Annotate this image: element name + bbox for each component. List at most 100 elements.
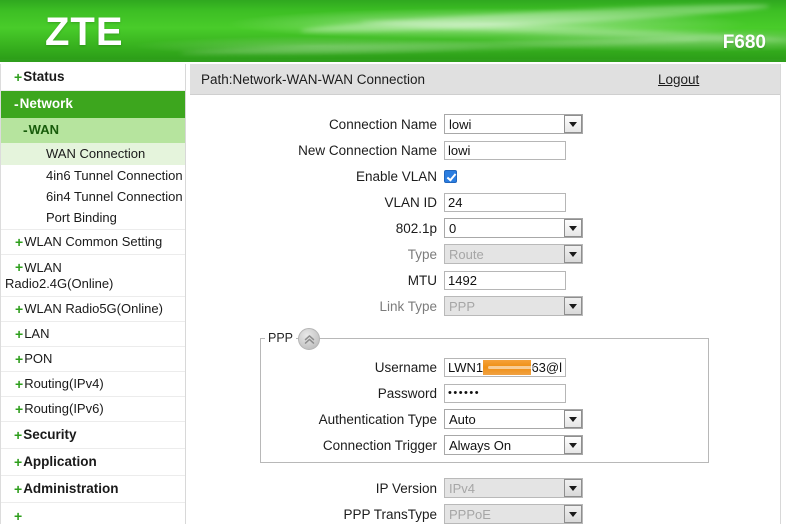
sidebar-item-label: WAN Connection	[46, 146, 146, 161]
sidebar-item-4in6-tunnel-connection[interactable]: 4in6 Tunnel Connection	[1, 165, 185, 186]
sidebar-item-label: 6in4 Tunnel Connection	[46, 189, 183, 204]
sidebar-item-label: Port Binding	[46, 210, 117, 225]
connection-trigger-select[interactable]: Always On	[444, 435, 583, 455]
field-row-link-type: Link Type PPP	[190, 293, 780, 319]
sidebar-item-label: WAN	[28, 122, 60, 137]
sidebar-item-label-line2: Radio2.4G(Online)	[5, 276, 114, 291]
ppp-collapse-button[interactable]	[298, 328, 320, 350]
sidebar-item-application[interactable]: + Application	[1, 449, 185, 476]
zte-logo: ZTE	[45, 10, 124, 54]
sidebar-item-truncated[interactable]: +	[1, 503, 185, 524]
main-content: Path:Network-WAN-WAN Connection Logout C…	[190, 64, 781, 524]
username-label: Username	[374, 359, 437, 375]
sidebar-item-wan-connection[interactable]: WAN Connection	[1, 143, 185, 165]
ppp-fields: Username LWN1 63@l Password •••••• Authen…	[260, 338, 709, 458]
plus-icon: +	[14, 427, 23, 443]
sidebar-item-pon[interactable]: + PON	[1, 347, 185, 372]
vlan-id-label: VLAN ID	[384, 194, 437, 210]
sidebar-item-wan[interactable]: - WAN	[1, 118, 185, 143]
sidebar-item-status[interactable]: + Status	[1, 64, 185, 91]
enable-vlan-checkbox[interactable]	[444, 169, 457, 183]
sidebar-item-label: Status	[23, 69, 65, 84]
field-row-mtu: MTU	[190, 267, 780, 293]
chevron-down-icon[interactable]	[564, 436, 582, 454]
ip-version-label: IP Version	[375, 480, 437, 496]
plus-icon: +	[14, 69, 23, 85]
sidebar-item-label: Routing(IPv6)	[24, 401, 104, 416]
dot1p-select[interactable]: 0	[444, 218, 583, 238]
plus-icon: +	[14, 481, 23, 497]
sidebar-item-label: Security	[23, 427, 77, 442]
sidebar-item-6in4-tunnel-connection[interactable]: 6in4 Tunnel Connection	[1, 186, 185, 207]
sidebar-item-label: WLAN Radio5G(Online)	[24, 301, 163, 316]
sidebar-item-port-binding[interactable]: Port Binding	[1, 207, 185, 230]
type-label: Type	[407, 246, 437, 262]
mtu-label: MTU	[407, 272, 437, 288]
sidebar-item-label: PON	[24, 351, 53, 366]
chevron-down-icon	[564, 479, 582, 497]
breadcrumb: Path:Network-WAN-WAN Connection	[201, 71, 426, 87]
sidebar-item-security[interactable]: + Security	[1, 422, 185, 449]
field-row-connection-name: Connection Name lowi	[190, 111, 780, 137]
ppp-transtype-label: PPP TransType	[343, 506, 437, 522]
sidebar-item-label: Network	[19, 96, 73, 111]
chevron-down-icon[interactable]	[564, 410, 582, 428]
connection-name-label: Connection Name	[328, 116, 437, 132]
plus-icon: +	[15, 234, 24, 250]
authentication-type-select[interactable]: Auto	[444, 409, 583, 429]
plus-icon: +	[15, 259, 24, 275]
connection-name-select[interactable]: lowi	[444, 114, 583, 134]
plus-icon: +	[14, 508, 23, 524]
username-input[interactable]: LWN1 63@l	[444, 357, 566, 377]
sidebar-item-label: WLAN Common Setting	[24, 234, 163, 249]
field-row-vlan-id: VLAN ID	[190, 189, 780, 215]
field-row-authentication-type: Authentication Type Auto	[260, 406, 709, 432]
field-row-ppp-transtype: PPP TransType PPPoE	[190, 501, 780, 524]
chevron-down-icon[interactable]	[564, 115, 582, 133]
logout-link[interactable]: Logout	[658, 72, 699, 87]
plus-icon: +	[15, 401, 24, 417]
field-row-username: Username LWN1 63@l	[260, 354, 709, 380]
link-type-value: PPP	[449, 298, 476, 314]
sidebar-item-lan[interactable]: + LAN	[1, 322, 185, 347]
banner-underline	[0, 59, 786, 62]
sidebar-item-label: Administration	[23, 481, 119, 496]
ip-version-value: IPv4	[449, 480, 476, 496]
mtu-input[interactable]	[444, 270, 566, 290]
sidebar-item-administration[interactable]: + Administration	[1, 476, 185, 503]
username-suffix: 63@l	[531, 359, 562, 375]
ip-settings-rows: IP Version IPv4 PPP TransType PPPoE	[190, 475, 780, 524]
password-input[interactable]: ••••••	[444, 383, 566, 403]
type-value: Route	[449, 246, 484, 262]
page-banner: ZTE F680	[0, 0, 786, 62]
sidebar-item-wlan-radio5g[interactable]: + WLAN Radio5G(Online)	[1, 297, 185, 322]
sidebar-item-wlan-common-setting[interactable]: + WLAN Common Setting	[1, 230, 185, 255]
sidebar-item-label: LAN	[24, 326, 50, 341]
minus-icon: -	[23, 122, 28, 138]
connection-trigger-label: Connection Trigger	[322, 437, 437, 453]
sidebar-nav: + Status - Network - WAN WAN Connection …	[0, 64, 186, 524]
sidebar-item-label: Application	[23, 454, 97, 469]
minus-icon: -	[14, 96, 19, 112]
chevron-down-icon	[564, 245, 582, 263]
sidebar-item-network[interactable]: - Network	[1, 91, 185, 118]
ip-version-select: IPv4	[444, 478, 583, 498]
ppp-transtype-select: PPPoE	[444, 504, 583, 524]
type-select: Route	[444, 244, 583, 264]
chevron-down-icon[interactable]	[564, 219, 582, 237]
field-row-dot1p: 802.1p 0	[190, 215, 780, 241]
enable-vlan-label: Enable VLAN	[355, 168, 437, 184]
sidebar-item-wlan-radio24g[interactable]: +WLAN Radio2.4G(Online)	[1, 255, 185, 297]
vlan-id-input[interactable]	[444, 192, 566, 212]
sidebar-item-label: WLAN	[24, 260, 62, 275]
sidebar-item-label: Routing(IPv4)	[24, 376, 104, 391]
sidebar-item-routing-ipv6[interactable]: + Routing(IPv6)	[1, 397, 185, 422]
sidebar-item-routing-ipv4[interactable]: + Routing(IPv4)	[1, 372, 185, 397]
field-row-new-connection-name: New Connection Name	[190, 137, 780, 163]
router-admin-page: ZTE F680 + Status - Network - WAN WAN Co…	[0, 0, 786, 524]
new-connection-name-input[interactable]	[444, 140, 566, 160]
username-redaction-overlay	[483, 359, 535, 375]
link-type-label: Link Type	[379, 298, 437, 314]
dot1p-value: 0	[449, 220, 457, 236]
authentication-type-value: Auto	[449, 411, 476, 427]
